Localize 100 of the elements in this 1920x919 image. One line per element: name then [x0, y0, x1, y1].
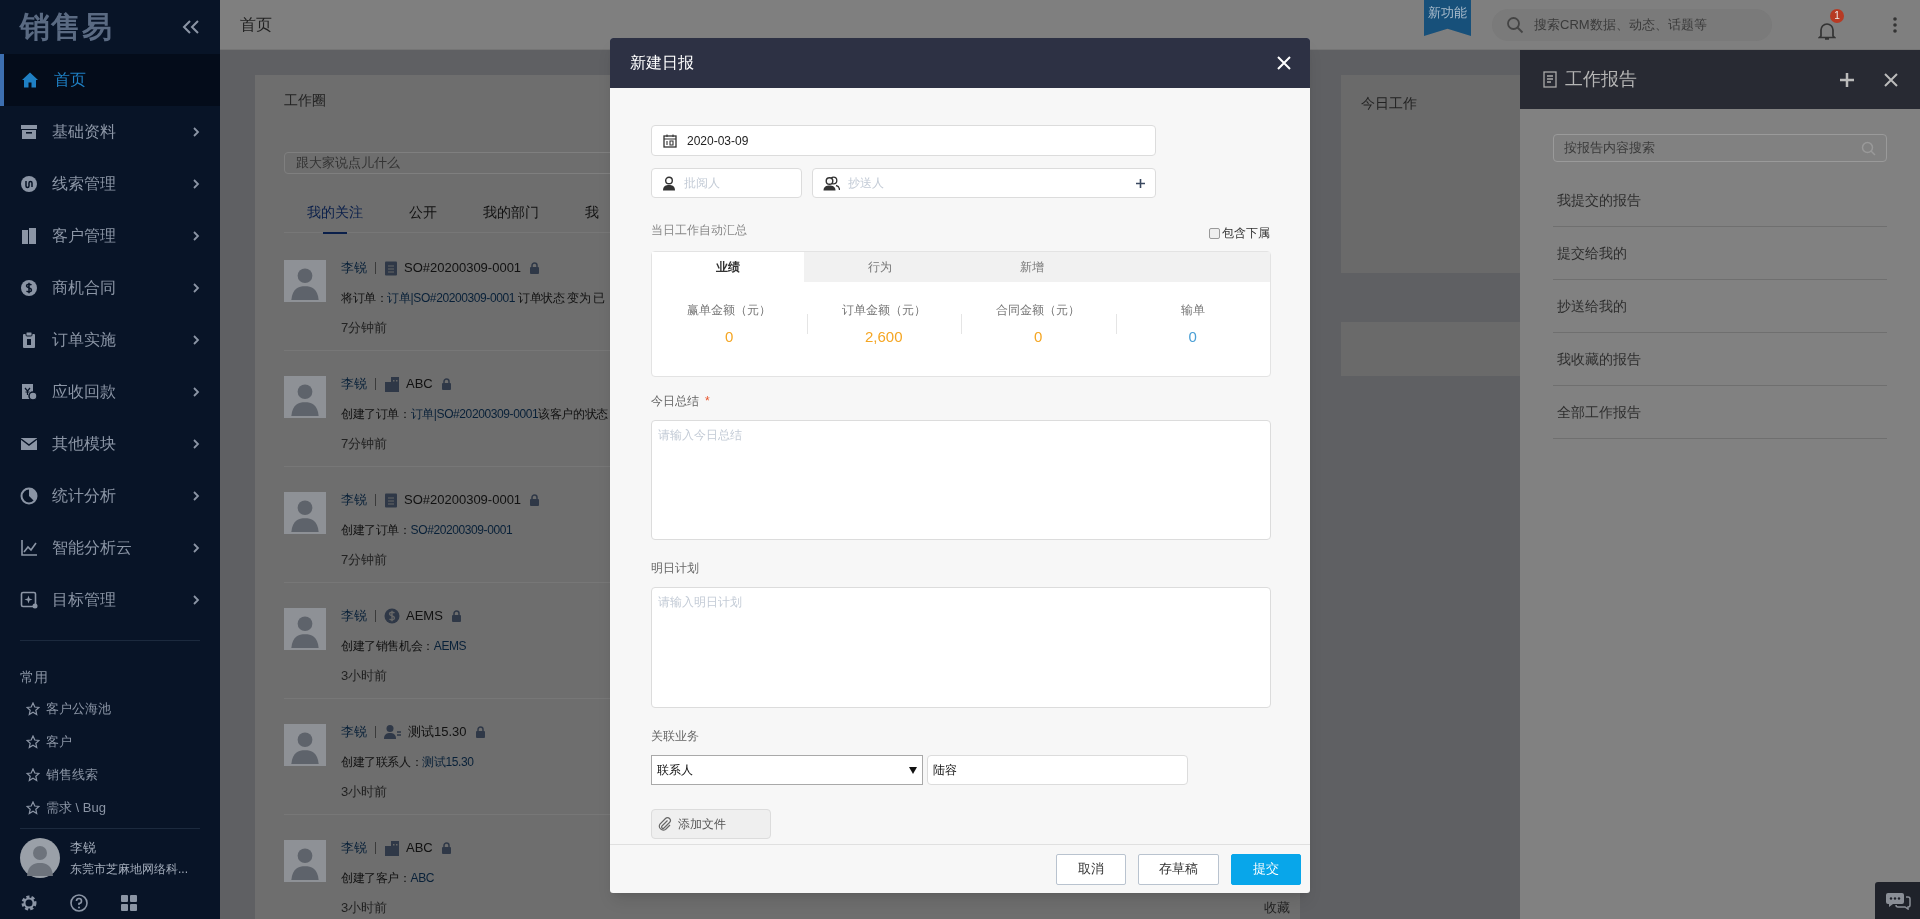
stat-value: 0	[1034, 327, 1043, 347]
field-label: 关联业务	[651, 728, 700, 745]
nav-item[interactable]: 首页	[0, 54, 220, 106]
favorite-link[interactable]: 客户	[0, 725, 220, 758]
dialog-button[interactable]: 提交	[1231, 853, 1301, 885]
building-icon	[20, 227, 38, 245]
favorite-link[interactable]: 销售线索	[0, 758, 220, 791]
report-search-field[interactable]: 按报告内容搜索	[1553, 134, 1887, 162]
feed-tab[interactable]: 我的关注	[284, 192, 386, 233]
report-list-item[interactable]: 抄送给我的	[1553, 280, 1887, 333]
notifications-button[interactable]: 1	[1818, 8, 1844, 41]
settings-button[interactable]	[20, 894, 38, 912]
more-button[interactable]	[1890, 14, 1900, 35]
star-icon	[26, 734, 40, 749]
dialog-button[interactable]: 存草稿	[1138, 853, 1219, 885]
author-link[interactable]: 李锐	[341, 721, 367, 742]
attach-file-button[interactable]: 添加文件	[651, 809, 771, 839]
stat-label: 合同金额（元）	[996, 302, 1081, 319]
add-button[interactable]	[1840, 71, 1856, 88]
close-button[interactable]	[1276, 55, 1292, 71]
report-list-item[interactable]: 我收藏的报告	[1553, 333, 1887, 386]
record-link[interactable]: AEMS	[433, 636, 467, 655]
nav-item[interactable]: 统计分析	[0, 470, 220, 522]
avatar	[284, 839, 326, 882]
report-list-item[interactable]: 提交给我的	[1553, 227, 1887, 280]
clipboard-icon	[20, 331, 38, 349]
feed-tab[interactable]: 我的部门	[460, 192, 562, 233]
author-link[interactable]: 李锐	[341, 257, 367, 278]
star-icon	[26, 767, 40, 782]
field-label: 明日计划	[651, 560, 700, 577]
avatar	[284, 375, 326, 418]
author-link[interactable]: 李锐	[341, 373, 367, 394]
post-time: 3小时前	[341, 782, 388, 801]
report-list-item[interactable]: 我提交的报告	[1553, 174, 1887, 227]
nav-item[interactable]: 应收回款	[0, 366, 220, 418]
dollar-icon	[384, 607, 400, 624]
summary-tab[interactable]: 新增	[956, 252, 1108, 282]
author-link[interactable]: 李锐	[341, 605, 367, 626]
favorite-link[interactable]: 需求 \ Bug	[0, 791, 220, 824]
record-name: SO#20200309-0001	[404, 490, 522, 509]
report-list-item[interactable]: 全部工作报告	[1553, 386, 1887, 439]
apps-button[interactable]	[120, 894, 138, 912]
nav-item[interactable]: 线索管理	[0, 158, 220, 210]
nav-item[interactable]: 商机合同	[0, 262, 220, 314]
avatar	[284, 723, 326, 766]
more-icon	[1893, 16, 1897, 33]
favorite-link[interactable]: 收藏	[1264, 897, 1290, 918]
type-select[interactable]: 联系人	[651, 755, 923, 785]
help-button[interactable]	[70, 894, 88, 912]
post-text: 创建了订单：	[341, 521, 411, 539]
stat-label: 输单	[1180, 302, 1205, 319]
chat-button[interactable]	[1875, 882, 1920, 919]
post-time: 7分钟前	[341, 318, 388, 337]
stat-label: 赢单金额（元）	[687, 302, 772, 319]
record-link[interactable]: SO#20200309-0001	[410, 520, 513, 539]
close-button[interactable]	[1884, 71, 1900, 88]
building-icon	[384, 375, 400, 392]
post-text: 创建了订单：	[341, 405, 411, 423]
stat-value: 0	[725, 327, 734, 347]
card-title: 工作圈	[284, 92, 327, 108]
mail-icon	[20, 435, 38, 453]
avatar	[20, 838, 60, 878]
record-link[interactable]: 测试15.30	[422, 752, 474, 771]
search-field[interactable]: 搜索CRM数据、动态、话题等	[1492, 8, 1772, 41]
author-link[interactable]: 李锐	[341, 489, 367, 510]
record-link[interactable]: 订单|SO#20200309-0001	[410, 404, 539, 423]
paperclip-icon	[658, 817, 672, 831]
record-link[interactable]: 订单|SO#20200309-0001	[387, 288, 516, 307]
favorite-link[interactable]: 客户公海池	[0, 692, 220, 725]
avatar	[284, 491, 326, 534]
nav-item[interactable]: 其他模块	[0, 418, 220, 470]
nav-item[interactable]: 基础资料	[0, 106, 220, 158]
dialog-title: 新建日报	[630, 53, 695, 73]
settings-icon	[20, 894, 38, 912]
new-feature-ribbon[interactable]: 新功能	[1424, 0, 1471, 36]
related-field[interactable]: 陆容	[927, 755, 1188, 785]
nav-item[interactable]: 客户管理	[0, 210, 220, 262]
date-field[interactable]: 2020-03-09	[651, 125, 1156, 156]
record-name: ABC	[406, 838, 433, 857]
summary-tab[interactable]: 业绩	[652, 252, 804, 282]
search-icon	[1861, 140, 1876, 156]
nav-item[interactable]: 目标管理	[0, 574, 220, 626]
author-link[interactable]: 李锐	[341, 837, 367, 858]
checkbox[interactable]	[1209, 227, 1220, 239]
app-logo: 销售易	[20, 12, 113, 42]
pie-chart-icon	[20, 487, 38, 505]
nav-item[interactable]: 订单实施	[0, 314, 220, 366]
record-name: ABC	[406, 374, 433, 393]
chat-icon	[1884, 891, 1911, 910]
dollar-icon	[20, 279, 38, 297]
record-name: 测试15.30	[408, 722, 467, 741]
user-name: 李锐	[70, 839, 97, 858]
summary-tab[interactable]: 行为	[804, 252, 956, 282]
bell-icon	[1818, 20, 1836, 41]
record-link[interactable]: ABC	[410, 868, 435, 887]
nav-item[interactable]: 智能分析云	[0, 522, 220, 574]
dialog-button[interactable]: 取消	[1056, 853, 1126, 885]
grid-icon	[120, 894, 138, 912]
feed-tab[interactable]: 公开	[386, 192, 460, 233]
required-mark: *	[705, 393, 710, 410]
